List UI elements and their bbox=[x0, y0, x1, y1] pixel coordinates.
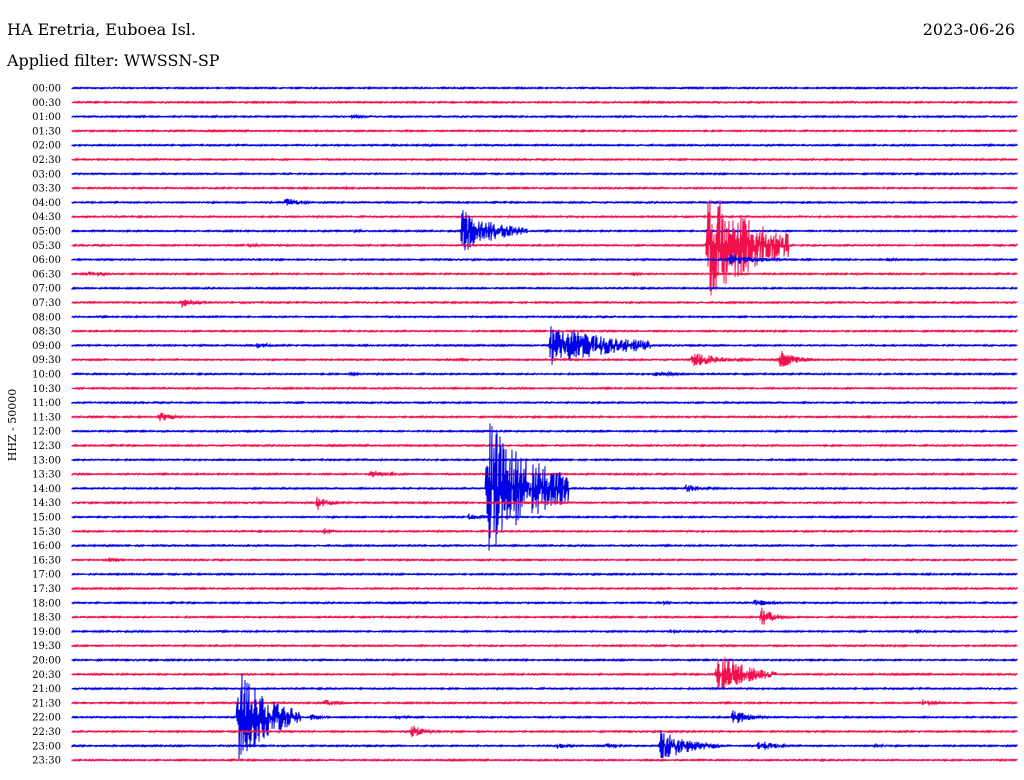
row-time-label: 03:30 bbox=[32, 184, 61, 195]
trace-row bbox=[71, 142, 1018, 148]
row-time-label: 20:00 bbox=[32, 656, 61, 667]
row-time-label: 21:30 bbox=[32, 698, 61, 709]
row-time-label: 12:00 bbox=[32, 427, 61, 438]
row-time-label: 03:00 bbox=[32, 169, 61, 180]
row-time-label: 00:30 bbox=[32, 98, 61, 109]
trace-row bbox=[71, 628, 1018, 635]
row-time-label: 05:30 bbox=[32, 241, 61, 252]
row-time-label: 14:00 bbox=[32, 484, 61, 495]
row-time-label: 19:00 bbox=[32, 627, 61, 638]
trace-row bbox=[71, 443, 1018, 448]
row-time-label: 02:00 bbox=[32, 141, 61, 152]
row-time-label: 18:30 bbox=[32, 613, 61, 624]
trace-row bbox=[71, 686, 1018, 691]
row-time-label: 11:30 bbox=[32, 412, 61, 423]
trace-row bbox=[71, 299, 1018, 308]
trace-row bbox=[71, 699, 1018, 707]
trace-row bbox=[71, 428, 1018, 434]
row-time-label: 10:00 bbox=[32, 370, 61, 381]
trace-row bbox=[71, 386, 1018, 391]
trace-row bbox=[71, 607, 1018, 625]
trace-row bbox=[71, 271, 1018, 278]
row-time-label: 13:00 bbox=[32, 455, 61, 466]
row-time-label: 08:00 bbox=[32, 312, 61, 323]
trace-row bbox=[71, 400, 1018, 405]
trace-row bbox=[71, 571, 1018, 577]
trace-row bbox=[71, 328, 1018, 334]
row-time-label: 22:00 bbox=[32, 713, 61, 724]
row-time-label: 21:00 bbox=[32, 684, 61, 695]
row-time-label: 06:00 bbox=[32, 255, 61, 266]
y-axis-label: HHZ - 50000 bbox=[6, 389, 19, 462]
row-time-label: 08:30 bbox=[32, 327, 61, 338]
trace-row bbox=[71, 128, 1018, 134]
trace-row bbox=[71, 513, 1018, 521]
row-time-label: 06:30 bbox=[32, 269, 61, 280]
trace-row bbox=[71, 457, 1018, 463]
trace-row bbox=[71, 198, 1018, 206]
row-time-label: 23:30 bbox=[32, 756, 61, 767]
trace-row bbox=[71, 412, 1018, 422]
trace-row bbox=[71, 253, 1018, 265]
row-time-label: 17:00 bbox=[32, 570, 61, 581]
trace-row bbox=[71, 199, 1018, 296]
row-time-label: 02:30 bbox=[32, 155, 61, 166]
trace-row bbox=[71, 528, 1018, 535]
trace-row bbox=[71, 725, 1018, 738]
helicorder-plot: HHZ - 50000 00:00 00:30 01:00 01:30 02:00 02:… bbox=[6, 84, 1018, 767]
row-time-label: 11:00 bbox=[32, 398, 61, 409]
trace-row bbox=[71, 171, 1018, 177]
row-time-label: 13:30 bbox=[32, 470, 61, 481]
row-time-label: 18:00 bbox=[32, 598, 61, 609]
row-time-label: 16:30 bbox=[32, 555, 61, 566]
row-time-label: 05:00 bbox=[32, 227, 61, 238]
trace-row bbox=[71, 157, 1018, 162]
trace-row bbox=[71, 757, 1018, 763]
trace-row bbox=[71, 586, 1018, 591]
row-time-label: 14:30 bbox=[32, 498, 61, 509]
row-time-label: 04:00 bbox=[32, 198, 61, 209]
trace-row bbox=[71, 99, 1018, 105]
row-time-label: 00:00 bbox=[32, 84, 61, 95]
row-time-label: 15:00 bbox=[32, 513, 61, 524]
row-time-label: 09:30 bbox=[32, 355, 61, 366]
row-time-label: 01:00 bbox=[32, 112, 61, 123]
row-time-label: 20:30 bbox=[32, 670, 61, 681]
row-time-label: 17:30 bbox=[32, 584, 61, 595]
trace-row bbox=[71, 657, 1018, 663]
row-time-label: 22:30 bbox=[32, 727, 61, 738]
trace-row bbox=[71, 314, 1018, 320]
row-time-label: 07:30 bbox=[32, 298, 61, 309]
trace-row bbox=[71, 543, 1018, 548]
row-time-label: 19:30 bbox=[32, 641, 61, 652]
row-time-label: 10:30 bbox=[32, 384, 61, 395]
trace-row bbox=[71, 643, 1018, 648]
row-time-label: 15:30 bbox=[32, 527, 61, 538]
trace-row bbox=[71, 285, 1018, 291]
trace-row bbox=[71, 599, 1018, 607]
row-time-label: 01:30 bbox=[32, 126, 61, 137]
trace-row bbox=[71, 730, 1018, 758]
trace-row bbox=[71, 556, 1018, 563]
trace-row bbox=[71, 350, 1018, 368]
trace-row bbox=[71, 85, 1018, 91]
trace-row bbox=[71, 214, 1018, 219]
trace-row bbox=[71, 370, 1018, 378]
trace-row bbox=[71, 185, 1018, 191]
row-time-label: 12:30 bbox=[32, 441, 61, 452]
row-time-label: 16:00 bbox=[32, 541, 61, 552]
row-time-label: 07:00 bbox=[32, 284, 61, 295]
trace-row bbox=[71, 657, 1018, 690]
trace-row bbox=[71, 113, 1018, 121]
row-time-label: 04:30 bbox=[32, 212, 61, 223]
row-time-label: 09:00 bbox=[32, 341, 61, 352]
row-time-label: 23:00 bbox=[32, 741, 61, 752]
